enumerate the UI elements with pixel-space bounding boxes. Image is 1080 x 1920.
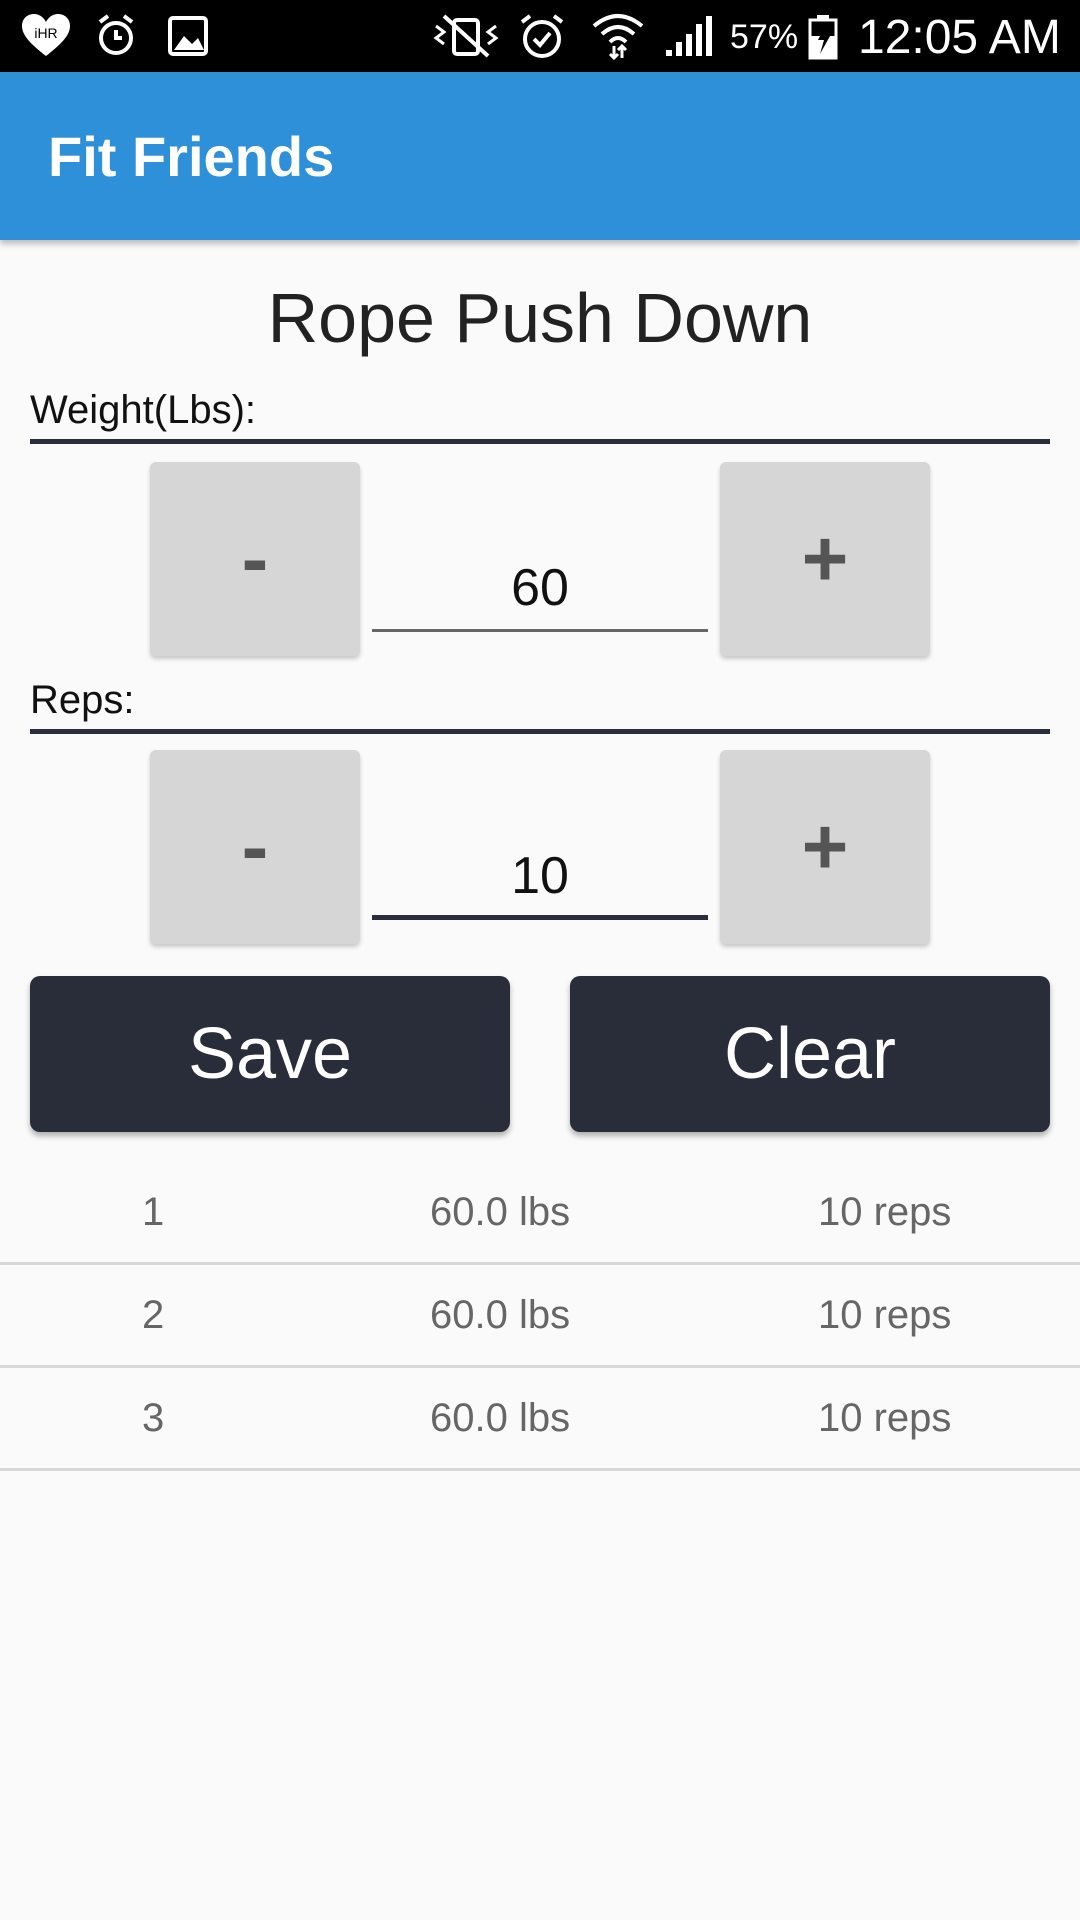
set-row[interactable]: 1 60.0 lbs 10 reps	[0, 1162, 1080, 1265]
set-number: 1	[142, 1190, 165, 1234]
set-number: 3	[142, 1396, 165, 1440]
save-button[interactable]: Save	[30, 976, 510, 1132]
reps-decrement-button[interactable]: -	[150, 750, 360, 944]
battery-charging-icon	[808, 15, 838, 60]
exercise-title: Rope Push Down	[267, 279, 813, 357]
gallery-icon	[168, 16, 208, 56]
svg-text:iHR: iHR	[34, 25, 57, 41]
clear-button[interactable]: Clear	[570, 976, 1050, 1132]
clock: 12:05 AM	[858, 11, 1061, 64]
weight-input[interactable]: 60	[372, 548, 708, 632]
reps-label: Reps:	[30, 678, 1050, 734]
wifi-icon	[592, 14, 644, 60]
weight-label: Weight(Lbs):	[30, 388, 1050, 444]
set-row[interactable]: 2 60.0 lbs 10 reps	[0, 1265, 1080, 1368]
set-weight: 60.0 lbs	[430, 1396, 571, 1440]
set-reps: 10 reps	[818, 1293, 952, 1337]
reps-increment-button[interactable]: +	[720, 750, 930, 944]
app-title: Fit Friends	[48, 125, 335, 188]
weight-decrement-button[interactable]: -	[150, 462, 360, 656]
battery-percent: 57%	[730, 18, 799, 56]
set-reps: 10 reps	[818, 1190, 952, 1234]
alarm-icon	[98, 14, 134, 55]
vibrate-mute-icon	[433, 14, 499, 58]
iheart-icon: iHR	[22, 14, 70, 56]
set-number: 2	[142, 1293, 165, 1337]
signal-icon	[666, 16, 712, 56]
set-row[interactable]: 3 60.0 lbs 10 reps	[0, 1368, 1080, 1471]
status-bar: iHR 57% 12:05 AM	[0, 0, 1080, 72]
set-weight: 60.0 lbs	[430, 1293, 571, 1337]
app-bar: Fit Friends	[0, 72, 1080, 240]
reps-input[interactable]: 10	[372, 836, 708, 920]
sets-list: 1 60.0 lbs 10 reps 2 60.0 lbs 10 reps 3 …	[0, 1162, 1080, 1471]
set-weight: 60.0 lbs	[430, 1190, 571, 1234]
weight-increment-button[interactable]: +	[720, 462, 930, 656]
alarm-check-icon	[520, 14, 564, 58]
set-reps: 10 reps	[818, 1396, 952, 1440]
